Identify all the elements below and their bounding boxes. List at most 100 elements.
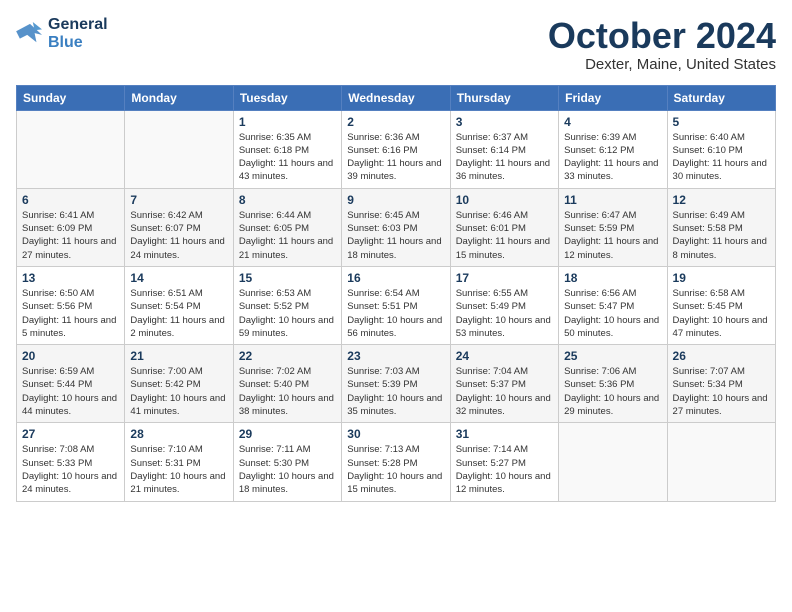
day-number: 27 — [22, 427, 119, 441]
header-saturday: Saturday — [667, 85, 775, 110]
table-row: 16Sunrise: 6:54 AMSunset: 5:51 PMDayligh… — [342, 266, 450, 344]
location: Dexter, Maine, United States — [548, 56, 776, 73]
table-row: 31 Sunrise: 7:14 AMSunset: 5:27 PMDayligh… — [450, 423, 558, 501]
day-info: Sunrise: 6:53 AMSunset: 5:52 PMDaylight:… — [239, 287, 336, 340]
day-info: Sunrise: 7:02 AMSunset: 5:40 PMDaylight:… — [239, 365, 336, 418]
day-info: Sunrise: 6:46 AMSunset: 6:01 PMDaylight:… — [456, 209, 553, 262]
table-row: 1 Sunrise: 6:35 AMSunset: 6:18 PMDaylight… — [233, 110, 341, 188]
day-number: 20 — [22, 349, 119, 363]
day-number: 15 — [239, 271, 336, 285]
table-row: 25 Sunrise: 7:06 AMSunset: 5:36 PMDayligh… — [559, 345, 667, 423]
day-info: Sunrise: 6:50 AMSunset: 5:56 PMDaylight:… — [22, 287, 119, 340]
day-number: 30 — [347, 427, 444, 441]
month-title: October 2024 — [548, 16, 776, 56]
day-number: 3 — [456, 115, 553, 129]
day-number: 1 — [239, 115, 336, 129]
day-number: 12 — [673, 193, 770, 207]
day-number: 16 — [347, 271, 444, 285]
day-number: 7 — [130, 193, 227, 207]
day-info: Sunrise: 6:37 AMSunset: 6:14 PMDaylight:… — [456, 131, 553, 184]
table-row: 9Sunrise: 6:45 AMSunset: 6:03 PMDaylight… — [342, 188, 450, 266]
header-tuesday: Tuesday — [233, 85, 341, 110]
table-row: 13 Sunrise: 6:50 AMSunset: 5:56 PMDayligh… — [17, 266, 125, 344]
day-number: 8 — [239, 193, 336, 207]
logo-icon — [16, 22, 44, 46]
day-number: 28 — [130, 427, 227, 441]
table-row — [17, 110, 125, 188]
day-info: Sunrise: 6:49 AMSunset: 5:58 PMDaylight:… — [673, 209, 770, 262]
logo-text: General Blue — [48, 16, 108, 52]
table-row: 20 Sunrise: 6:59 AMSunset: 5:44 PMDayligh… — [17, 345, 125, 423]
logo: General Blue — [16, 16, 108, 52]
day-info: Sunrise: 6:59 AMSunset: 5:44 PMDaylight:… — [22, 365, 119, 418]
day-info: Sunrise: 6:40 AMSunset: 6:10 PMDaylight:… — [673, 131, 770, 184]
day-info: Sunrise: 6:39 AMSunset: 6:12 PMDaylight:… — [564, 131, 661, 184]
day-number: 24 — [456, 349, 553, 363]
table-row: 19 Sunrise: 6:58 AMSunset: 5:45 PMDayligh… — [667, 266, 775, 344]
day-number: 10 — [456, 193, 553, 207]
table-row: 17 Sunrise: 6:55 AMSunset: 5:49 PMDayligh… — [450, 266, 558, 344]
table-row: 22 Sunrise: 7:02 AMSunset: 5:40 PMDayligh… — [233, 345, 341, 423]
day-info: Sunrise: 7:11 AMSunset: 5:30 PMDaylight:… — [239, 443, 336, 496]
day-number: 21 — [130, 349, 227, 363]
day-number: 31 — [456, 427, 553, 441]
calendar-table: Sunday Monday Tuesday Wednesday Thursday… — [16, 85, 776, 502]
day-info: Sunrise: 7:06 AMSunset: 5:36 PMDaylight:… — [564, 365, 661, 418]
day-number: 19 — [673, 271, 770, 285]
table-row: 30 Sunrise: 7:13 AMSunset: 5:28 PMDayligh… — [342, 423, 450, 501]
day-info: Sunrise: 6:51 AMSunset: 5:54 PMDaylight:… — [130, 287, 227, 340]
table-row: 3 Sunrise: 6:37 AMSunset: 6:14 PMDaylight… — [450, 110, 558, 188]
calendar-week-row: 27 Sunrise: 7:08 AMSunset: 5:33 PMDayligh… — [17, 423, 776, 501]
table-row: 27 Sunrise: 7:08 AMSunset: 5:33 PMDayligh… — [17, 423, 125, 501]
day-info: Sunrise: 6:56 AMSunset: 5:47 PMDaylight:… — [564, 287, 661, 340]
day-number: 25 — [564, 349, 661, 363]
calendar-week-row: 20 Sunrise: 6:59 AMSunset: 5:44 PMDayligh… — [17, 345, 776, 423]
day-number: 17 — [456, 271, 553, 285]
day-info: Sunrise: 6:58 AMSunset: 5:45 PMDaylight:… — [673, 287, 770, 340]
day-number: 26 — [673, 349, 770, 363]
day-number: 23 — [347, 349, 444, 363]
page-header: General Blue October 2024 Dexter, Maine,… — [16, 16, 776, 73]
header-friday: Friday — [559, 85, 667, 110]
day-info: Sunrise: 7:04 AMSunset: 5:37 PMDaylight:… — [456, 365, 553, 418]
table-row: 12 Sunrise: 6:49 AMSunset: 5:58 PMDayligh… — [667, 188, 775, 266]
day-number: 18 — [564, 271, 661, 285]
day-info: Sunrise: 7:08 AMSunset: 5:33 PMDaylight:… — [22, 443, 119, 496]
day-info: Sunrise: 7:07 AMSunset: 5:34 PMDaylight:… — [673, 365, 770, 418]
day-info: Sunrise: 7:14 AMSunset: 5:27 PMDaylight:… — [456, 443, 553, 496]
calendar-header-row: Sunday Monday Tuesday Wednesday Thursday… — [17, 85, 776, 110]
table-row: 2 Sunrise: 6:36 AMSunset: 6:16 PMDaylight… — [342, 110, 450, 188]
header-thursday: Thursday — [450, 85, 558, 110]
day-number: 4 — [564, 115, 661, 129]
table-row: 24 Sunrise: 7:04 AMSunset: 5:37 PMDayligh… — [450, 345, 558, 423]
table-row — [125, 110, 233, 188]
day-info: Sunrise: 6:35 AMSunset: 6:18 PMDaylight:… — [239, 131, 336, 184]
header-monday: Monday — [125, 85, 233, 110]
day-info: Sunrise: 6:41 AMSunset: 6:09 PMDaylight:… — [22, 209, 119, 262]
calendar-week-row: 1 Sunrise: 6:35 AMSunset: 6:18 PMDaylight… — [17, 110, 776, 188]
calendar-week-row: 6 Sunrise: 6:41 AMSunset: 6:09 PMDaylight… — [17, 188, 776, 266]
day-info: Sunrise: 6:45 AMSunset: 6:03 PMDaylight:… — [347, 209, 444, 262]
day-number: 2 — [347, 115, 444, 129]
day-info: Sunrise: 7:10 AMSunset: 5:31 PMDaylight:… — [130, 443, 227, 496]
day-number: 14 — [130, 271, 227, 285]
day-info: Sunrise: 7:00 AMSunset: 5:42 PMDaylight:… — [130, 365, 227, 418]
table-row: 26 Sunrise: 7:07 AMSunset: 5:34 PMDayligh… — [667, 345, 775, 423]
day-info: Sunrise: 7:13 AMSunset: 5:28 PMDaylight:… — [347, 443, 444, 496]
day-number: 6 — [22, 193, 119, 207]
table-row: 29 Sunrise: 7:11 AMSunset: 5:30 PMDayligh… — [233, 423, 341, 501]
day-number: 5 — [673, 115, 770, 129]
day-info: Sunrise: 6:47 AMSunset: 5:59 PMDaylight:… — [564, 209, 661, 262]
day-info: Sunrise: 6:36 AMSunset: 6:16 PMDaylight:… — [347, 131, 444, 184]
day-number: 11 — [564, 193, 661, 207]
day-info: Sunrise: 6:55 AMSunset: 5:49 PMDaylight:… — [456, 287, 553, 340]
table-row: 14 Sunrise: 6:51 AMSunset: 5:54 PMDayligh… — [125, 266, 233, 344]
table-row: 6 Sunrise: 6:41 AMSunset: 6:09 PMDaylight… — [17, 188, 125, 266]
table-row: 28 Sunrise: 7:10 AMSunset: 5:31 PMDayligh… — [125, 423, 233, 501]
day-number: 29 — [239, 427, 336, 441]
day-number: 22 — [239, 349, 336, 363]
day-number: 13 — [22, 271, 119, 285]
calendar-week-row: 13 Sunrise: 6:50 AMSunset: 5:56 PMDayligh… — [17, 266, 776, 344]
table-row: 11 Sunrise: 6:47 AMSunset: 5:59 PMDayligh… — [559, 188, 667, 266]
title-area: October 2024 Dexter, Maine, United State… — [548, 16, 776, 73]
